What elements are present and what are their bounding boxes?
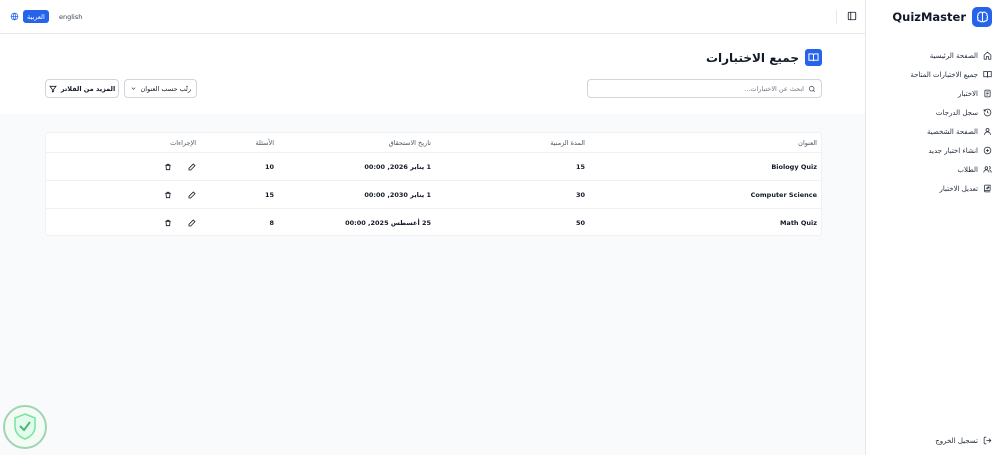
chevron-down-icon (131, 87, 136, 90)
pencil-icon (188, 190, 196, 198)
quiz-due-date: 1 يناير 2030, 00:00 (364, 190, 431, 199)
sort-select[interactable]: رتّب حسب العنوان (124, 79, 197, 98)
logout-button[interactable]: تسجيل الخروج (935, 436, 992, 445)
quiz-duration: 50 (575, 219, 585, 227)
edit-button[interactable] (188, 190, 196, 199)
quiz-questions: 15 (264, 190, 274, 199)
table-header-row: العنوان المدة الزمنية تاريخ الاستحقاق ال… (46, 133, 821, 153)
brain-icon (972, 7, 992, 27)
lang-english-button[interactable]: english (59, 13, 82, 21)
sidebar-item-all-quizzes[interactable]: جميع الاختبارات المتاحة (866, 65, 1000, 84)
pencil-icon (188, 219, 196, 227)
logout-label: تسجيل الخروج (935, 436, 978, 445)
row-actions (76, 209, 196, 237)
logout-icon (983, 436, 992, 445)
trash-icon (165, 191, 171, 198)
page-title-group: جميع الاختبارات (706, 49, 822, 66)
filter-icon (48, 85, 57, 93)
search-input[interactable] (593, 84, 804, 93)
edit-book-icon (984, 184, 991, 193)
sidebar-item-quiz[interactable]: الاختبار (866, 84, 1000, 103)
trash-icon (165, 163, 171, 170)
watermark-shield-icon (3, 405, 47, 449)
user-icon (984, 128, 991, 135)
sidebar-item-label: الصفحة الشخصية (927, 127, 978, 136)
app-name: QuizMaster (892, 10, 966, 24)
header-duration: المدة الزمنية (550, 138, 585, 147)
sidebar-item-label: الاختبار (957, 89, 978, 98)
quiz-title: Computer Science (750, 190, 817, 199)
more-filters-button[interactable]: المزيد من الفلاتر (45, 79, 119, 98)
sort-select-value: رتّب حسب العنوان (140, 84, 191, 93)
content-area: العنوان المدة الزمنية تاريخ الاستحقاق ال… (0, 114, 865, 455)
sidebar-item-label: جميع الاختبارات المتاحة (910, 70, 978, 79)
clipboard-icon (984, 89, 991, 98)
sidebar-item-label: تعديل الاختبار (939, 184, 978, 193)
page-title: جميع الاختبارات (705, 50, 799, 65)
row-actions (76, 153, 196, 180)
sidebar-item-profile[interactable]: الصفحة الشخصية (866, 122, 1000, 141)
sidebar-item-home[interactable]: الصفحة الرئيسية (866, 46, 1000, 65)
table-row[interactable]: Math Quiz 50 25 أغسطس 2025, 00:00 8 (46, 209, 821, 237)
row-actions (76, 181, 196, 208)
page-header: جميع الاختبارات رتّب حسب العنوان المزيد … (0, 35, 865, 114)
quiz-questions: 10 (264, 162, 274, 171)
quiz-duration: 30 (575, 190, 585, 199)
quiz-title: Biology Quiz (771, 162, 817, 171)
plus-circle-icon (983, 146, 992, 155)
pencil-icon (188, 162, 196, 170)
quizzes-table: العنوان المدة الزمنية تاريخ الاستحقاق ال… (45, 132, 822, 236)
header-actions: الإجراءات (170, 138, 196, 147)
sidebar-item-label: سجل الدرجات (935, 108, 978, 117)
users-icon (983, 166, 992, 173)
header-due-date: تاريخ الاستحقاق (388, 138, 431, 147)
history-icon (983, 108, 992, 117)
sidebar-item-label: انشاء اختبار جديد (928, 146, 978, 155)
quiz-questions: 8 (269, 219, 274, 227)
search-field[interactable] (587, 79, 822, 98)
quiz-title: Math Quiz (779, 219, 817, 227)
sidebar-toggle-icon[interactable] (847, 11, 857, 21)
topbar-divider (836, 10, 837, 24)
sidebar-item-create-quiz[interactable]: انشاء اختبار جديد (866, 141, 1000, 160)
lang-arabic-button[interactable]: العربية (23, 10, 49, 23)
quiz-due-date: 1 يناير 2026, 00:00 (364, 162, 431, 171)
topbar: العربية english (0, 0, 865, 34)
table-row[interactable]: Biology Quiz 15 1 يناير 2026, 00:00 10 (46, 153, 821, 181)
open-book-icon (805, 49, 822, 66)
brand[interactable]: QuizMaster (892, 6, 992, 28)
edit-button[interactable] (188, 219, 196, 227)
book-icon (983, 71, 992, 78)
home-icon (983, 51, 992, 60)
delete-button[interactable] (164, 219, 172, 227)
sidebar-nav: الصفحة الرئيسية جميع الاختبارات المتاحة … (866, 46, 1000, 198)
sidebar-item-grades[interactable]: سجل الدرجات (866, 103, 1000, 122)
quiz-duration: 15 (575, 162, 585, 171)
sidebar-item-edit-quiz[interactable]: تعديل الاختبار (866, 179, 1000, 198)
more-filters-label: المزيد من الفلاتر (60, 84, 116, 93)
sidebar-item-label: الصفحة الرئيسية (929, 51, 978, 60)
globe-icon[interactable] (10, 12, 19, 21)
quiz-due-date: 25 أغسطس 2025, 00:00 (345, 219, 431, 227)
sidebar: QuizMaster الصفحة الرئيسية جميع الاختبار… (865, 0, 1000, 455)
table-row[interactable]: Computer Science 30 1 يناير 2030, 00:00 … (46, 181, 821, 209)
sidebar-item-label: الطلاب (957, 165, 978, 174)
trash-icon (165, 219, 171, 227)
header-title: العنوان (798, 138, 817, 147)
header-questions: الأسئلة (255, 138, 274, 147)
search-icon (808, 85, 815, 92)
delete-button[interactable] (164, 163, 172, 171)
sidebar-item-students[interactable]: الطلاب (866, 160, 1000, 179)
delete-button[interactable] (164, 191, 172, 199)
edit-button[interactable] (188, 162, 196, 171)
